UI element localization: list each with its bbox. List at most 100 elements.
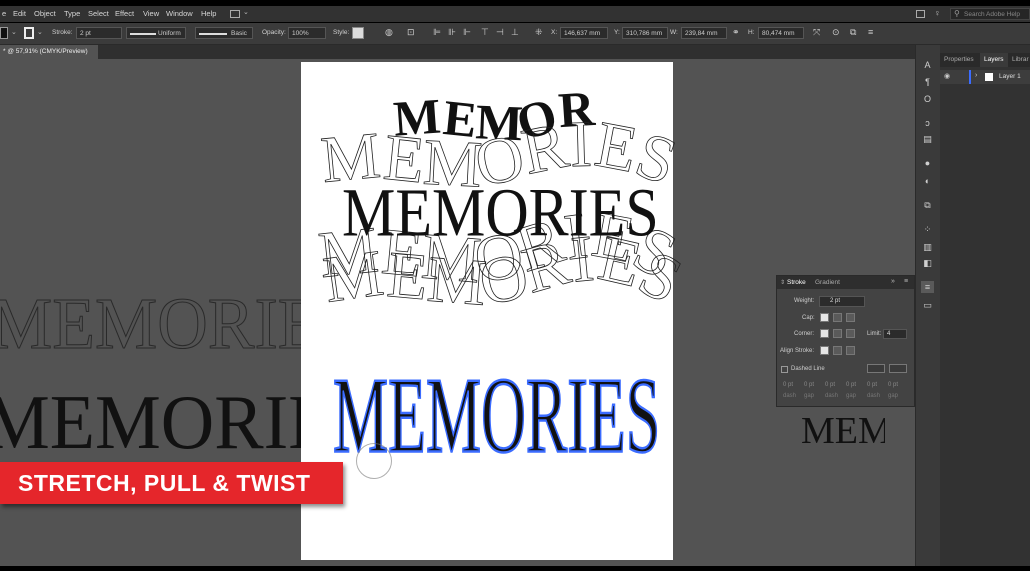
title-banner: STRETCH, PULL & TWIST <box>0 462 343 504</box>
transform-panel-icon[interactable]: ⁘ <box>921 223 934 235</box>
align-top-icon[interactable]: ⊤ <box>481 27 489 38</box>
align-to-icon[interactable]: ⊡ <box>407 27 415 38</box>
dash-value-1[interactable]: 0 pt <box>783 382 793 388</box>
lightbulb-icon[interactable]: ♀ <box>934 8 941 18</box>
artboards-panel-icon[interactable]: ⧉ <box>921 199 934 211</box>
w-label: W: <box>670 29 678 36</box>
gap-value-2[interactable]: 0 pt <box>846 382 856 388</box>
menu-edit[interactable]: Edit <box>13 9 26 18</box>
title-banner-text: STRETCH, PULL & TWIST <box>18 470 311 496</box>
character-panel-icon[interactable]: A <box>921 59 934 71</box>
opacity-field[interactable]: 100% <box>288 27 326 39</box>
layer-name[interactable]: Layer 1 <box>999 73 1021 80</box>
menu-bar: e Edit Object Type Select Effect View Wi… <box>0 6 1030 22</box>
graphic-style-swatch[interactable] <box>352 27 364 39</box>
cap-projecting-button[interactable] <box>846 313 855 322</box>
panel-expand-icon[interactable]: » <box>891 278 895 285</box>
variable-width-profile[interactable]: Uniform <box>126 27 186 39</box>
document-tab[interactable]: * @ 57,91% (CMYK/Preview) <box>0 45 98 59</box>
h-field[interactable]: 80,474 mm <box>758 27 804 39</box>
dash-label-3: dash <box>867 393 881 399</box>
pathfinder-panel-icon[interactable]: ◧ <box>921 257 934 269</box>
corner-miter-button[interactable] <box>820 329 829 338</box>
dash-align-button[interactable] <box>889 364 907 373</box>
corner-round-button[interactable] <box>833 329 842 338</box>
fill-swatch[interactable] <box>0 27 8 39</box>
dash-preserve-button[interactable] <box>867 364 885 373</box>
align-middle-icon[interactable]: ⊣ <box>496 27 504 38</box>
align-left-icon[interactable]: ⊫ <box>433 27 441 38</box>
glyphs-panel-icon[interactable]: ↄ <box>921 117 934 129</box>
align-center-icon[interactable]: ⊪ <box>448 27 456 38</box>
dash-value-2[interactable]: 0 pt <box>825 382 835 388</box>
menu-window[interactable]: Window <box>166 9 193 18</box>
partial-memories-right: MEM <box>801 410 885 452</box>
panel-menu-icon[interactable]: ≡ <box>904 278 908 285</box>
transform-icon[interactable]: ⤧ <box>813 27 820 38</box>
layer-row[interactable]: ◉ › Layer 1 <box>940 70 1030 84</box>
menu-help[interactable]: Help <box>201 9 216 18</box>
menu-effect[interactable]: Effect <box>115 9 134 18</box>
limit-field[interactable]: 4 <box>883 329 907 339</box>
weight-field[interactable]: 2 pt <box>819 296 865 307</box>
align-panel-icon[interactable]: ▥ <box>921 241 934 253</box>
y-field[interactable]: 310,786 mm <box>622 27 668 39</box>
chevron-down-icon: ⌄ <box>37 29 43 36</box>
layer-color-bar <box>969 70 971 84</box>
workspace-switcher-icon[interactable] <box>230 10 240 18</box>
pathfinder-icon[interactable]: ⧉ <box>850 27 856 38</box>
constrain-proportions-icon[interactable]: ⚭ <box>732 27 740 38</box>
x-field[interactable]: 146,637 mm <box>560 27 608 39</box>
dash-value-3[interactable]: 0 pt <box>867 382 877 388</box>
appearance-panel-icon[interactable]: ▤ <box>921 133 934 145</box>
panel-collapse-icon[interactable]: ⇕ <box>780 279 785 286</box>
arrange-documents-icon[interactable] <box>916 10 925 18</box>
isolate-icon[interactable]: ⊙ <box>832 27 840 38</box>
brush-line <box>199 33 227 35</box>
dashed-line-checkbox[interactable] <box>781 366 788 373</box>
dash-label-2: dash <box>825 393 839 399</box>
w-field[interactable]: 239,84 mm <box>681 27 727 39</box>
align-bottom-icon[interactable]: ⊥ <box>511 27 519 38</box>
opentype-panel-icon[interactable]: O <box>921 93 934 105</box>
menu-object[interactable]: Object <box>34 9 56 18</box>
tab-properties[interactable]: Properties <box>944 56 974 63</box>
gradient-panel-icon[interactable]: ▭ <box>921 299 934 311</box>
stroke-swatch[interactable] <box>24 27 34 39</box>
color-guide-icon[interactable]: ◐ <box>921 175 934 187</box>
corner-bevel-button[interactable] <box>846 329 855 338</box>
color-panel-icon[interactable]: ● <box>921 157 934 169</box>
tab-libraries[interactable]: Librar <box>1012 56 1029 63</box>
paragraph-panel-icon[interactable]: ¶ <box>921 76 934 88</box>
reference-point-icon[interactable]: ⁜ <box>535 27 543 38</box>
align-outside-stroke-button[interactable] <box>846 346 855 355</box>
align-inside-stroke-button[interactable] <box>833 346 842 355</box>
menu-view[interactable]: View <box>143 9 159 18</box>
gap-value-3[interactable]: 0 pt <box>888 382 898 388</box>
stroke-weight-field[interactable]: 2 pt <box>76 27 122 39</box>
align-right-icon[interactable]: ⊩ <box>463 27 471 38</box>
panel-menu-icon[interactable]: ≡ <box>868 27 873 37</box>
search-placeholder: Search Adobe Help <box>964 11 1021 18</box>
opacity-label: Opacity: <box>262 29 286 36</box>
menu-file[interactable]: e <box>2 9 6 18</box>
brush-definition[interactable]: Basic <box>195 27 253 39</box>
eye-icon[interactable]: ◉ <box>944 72 950 80</box>
tab-layers[interactable]: Layers <box>984 56 1004 63</box>
document-tab-bar: * @ 57,91% (CMYK/Preview) <box>0 45 915 59</box>
document-tab-title: * @ 57,91% (CMYK/Preview) <box>3 48 88 55</box>
chevron-right-icon[interactable]: › <box>975 72 977 79</box>
stroke-panel-icon[interactable]: ≡ <box>921 281 934 293</box>
tab-gradient[interactable]: Gradient <box>815 279 840 286</box>
menu-type[interactable]: Type <box>64 9 80 18</box>
menu-select[interactable]: Select <box>88 9 109 18</box>
align-center-stroke-button[interactable] <box>820 346 829 355</box>
recolor-artwork-icon[interactable]: ◍ <box>385 27 393 38</box>
stroke-label: Stroke: <box>52 29 73 36</box>
cap-butt-button[interactable] <box>820 313 829 322</box>
gap-value-1[interactable]: 0 pt <box>804 382 814 388</box>
tab-stroke[interactable]: Stroke <box>787 279 806 286</box>
cap-round-button[interactable] <box>833 313 842 322</box>
gap-label-3: gap <box>888 393 899 399</box>
search-box[interactable]: ⚲ Search Adobe Help <box>950 8 1030 20</box>
